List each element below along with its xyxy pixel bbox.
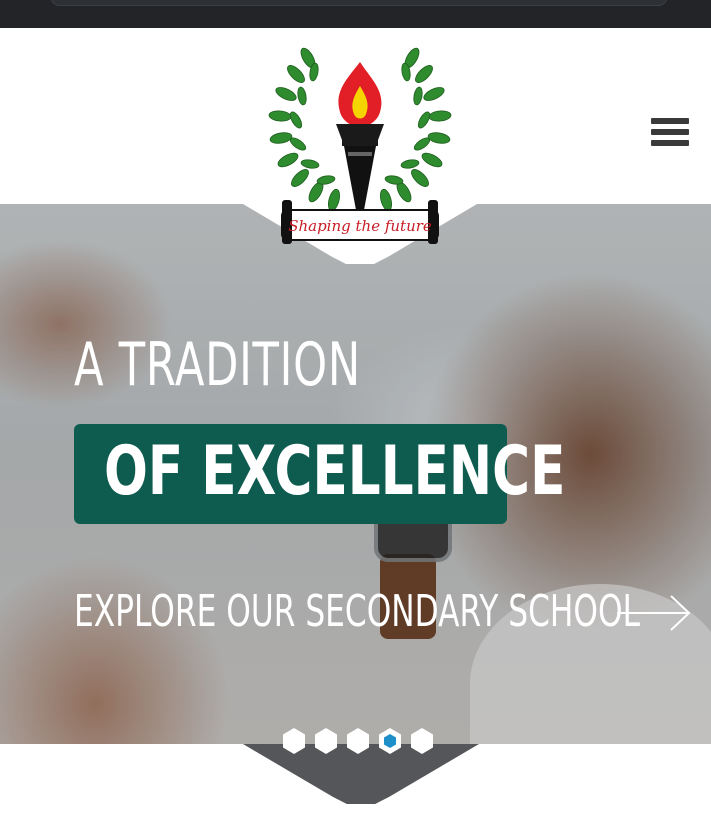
hero-headline-line-2: OF EXCELLENCE [104,432,566,511]
carousel-pagination [282,727,434,755]
carousel-dot-4[interactable] [378,727,402,755]
explore-secondary-link[interactable]: EXPLORE OUR SECONDARY SCHOOL [74,586,640,637]
carousel-dot-3[interactable] [346,727,370,755]
carousel-dot-1[interactable] [282,727,306,755]
browser-top-bar [0,0,711,28]
carousel-dot-2[interactable] [314,727,338,755]
school-logo[interactable]: Shaping the future [268,40,452,246]
arrow-right-icon[interactable] [617,594,693,632]
logo-motto: Shaping the future [288,217,432,235]
hamburger-icon[interactable] [651,118,689,150]
hero-headline-line-1: A TRADITION [74,330,361,400]
carousel-dot-5[interactable] [410,727,434,755]
address-bar[interactable] [50,0,668,6]
